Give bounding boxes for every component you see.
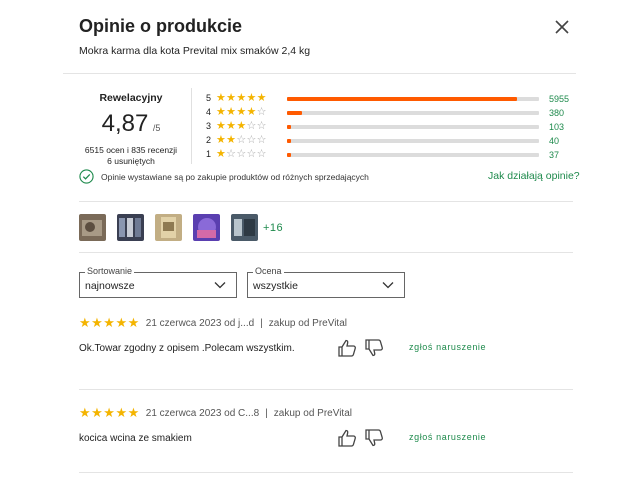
distribution-count: 380 <box>549 108 565 118</box>
distribution-count: 37 <box>549 150 560 160</box>
distribution-stars-label: 3 <box>206 121 212 131</box>
average-score-value: 4,87 <box>101 110 149 137</box>
review-text: Ok.Towar zgodny z opisem .Polecam wszyst… <box>79 343 295 354</box>
rating-filter-select[interactable]: Ocena wszystkie <box>247 266 405 298</box>
distribution-count: 103 <box>549 122 565 132</box>
verified-text: Opinie wystawiane są po zakupie produktó… <box>101 171 369 182</box>
star-rating-icon: ★★★★★ <box>216 92 267 104</box>
review-item: ★★★★★ 21 czerwca 2023 od C...8 | zakup o… <box>79 405 573 444</box>
divider <box>79 201 573 202</box>
how-reviews-work-link[interactable]: Jak działają opinie? <box>488 170 580 182</box>
review-source: zakup od PreVital <box>273 407 352 419</box>
report-abuse-link[interactable]: zgłoś naruszenie <box>409 432 486 442</box>
rating-distribution: 5 ★★★★★ 5955 4 ★★★★☆ 380 3 ★★★☆☆ 103 2 ★… <box>206 92 576 162</box>
star-rating-icon: ★★☆☆☆ <box>216 134 267 146</box>
modal-title: Opinie o produkcie <box>79 16 243 36</box>
rating-filter-value: wszystkie <box>253 280 298 292</box>
review-header: ★★★★★ 21 czerwca 2023 od j...d | zakup o… <box>79 315 573 330</box>
star-rating-icon: ★☆☆☆☆ <box>216 148 267 160</box>
verified-notice: Opinie wystawiane są po zakupie produktó… <box>79 169 369 184</box>
review-source: zakup od PreVital <box>268 317 347 329</box>
review-photo-thumbnail[interactable] <box>79 214 106 241</box>
distribution-stars-label: 4 <box>206 107 212 117</box>
distribution-row-5[interactable]: 5 ★★★★★ 5955 <box>206 92 576 106</box>
distribution-bar <box>287 139 539 143</box>
average-score-max: /5 <box>152 123 161 133</box>
more-photos-link[interactable]: +16 <box>263 222 283 234</box>
review-photo-thumbnail[interactable] <box>231 214 258 241</box>
rating-filter-label: Ocena <box>253 266 284 276</box>
distribution-stars-label: 5 <box>206 93 212 103</box>
thumbs-up-icon[interactable] <box>337 338 358 358</box>
rating-summary: Rewelacyjny 4,87 /5 6515 ocen i 835 rece… <box>79 92 183 167</box>
review-photos: +16 <box>79 214 283 241</box>
review-photo-thumbnail[interactable] <box>117 214 144 241</box>
removed-count-line: 6 usuniętych <box>107 156 155 166</box>
divider <box>191 88 192 164</box>
separator: | <box>265 407 268 419</box>
review-date-author: 21 czerwca 2023 od j...d <box>145 317 255 329</box>
review-votes <box>337 338 391 358</box>
chevron-down-icon <box>382 282 394 289</box>
average-score: 4,87 /5 <box>79 110 183 138</box>
check-circle-icon <box>79 169 94 184</box>
divider <box>63 73 576 74</box>
review-votes <box>337 428 391 448</box>
sort-select[interactable]: Sortowanie najnowsze <box>79 266 237 298</box>
distribution-row-1[interactable]: 1 ★☆☆☆☆ 37 <box>206 148 576 162</box>
close-icon[interactable] <box>552 17 572 37</box>
distribution-stars-label: 1 <box>206 149 212 159</box>
distribution-bar <box>287 111 539 115</box>
product-name: Mokra karma dla kota Prevital mix smaków… <box>79 45 311 57</box>
star-rating-icon: ★★★★★ <box>79 405 140 420</box>
report-abuse-link[interactable]: zgłoś naruszenie <box>409 342 486 352</box>
distribution-bar <box>287 125 539 129</box>
thumbs-down-icon[interactable] <box>364 428 385 448</box>
separator: | <box>260 317 263 329</box>
review-date-author: 21 czerwca 2023 od C...8 <box>145 407 260 419</box>
star-rating-icon: ★★★★☆ <box>216 106 267 118</box>
distribution-count: 5955 <box>549 94 570 104</box>
divider <box>79 389 573 390</box>
distribution-row-4[interactable]: 4 ★★★★☆ 380 <box>206 106 576 120</box>
review-photo-thumbnail[interactable] <box>155 214 182 241</box>
distribution-bar <box>287 153 539 157</box>
star-rating-icon: ★★★☆☆ <box>216 120 267 132</box>
chevron-down-icon <box>214 282 226 289</box>
star-rating-icon: ★★★★★ <box>79 315 140 330</box>
distribution-count: 40 <box>549 136 560 146</box>
sort-select-value: najnowsze <box>85 280 135 292</box>
thumbs-down-icon[interactable] <box>364 338 385 358</box>
rating-verdict: Rewelacyjny <box>99 92 163 104</box>
distribution-bar <box>287 97 539 101</box>
distribution-stars-label: 2 <box>206 135 212 145</box>
sort-select-label: Sortowanie <box>85 266 135 276</box>
thumbs-up-icon[interactable] <box>337 428 358 448</box>
divider <box>79 472 573 473</box>
divider <box>79 252 573 253</box>
distribution-row-3[interactable]: 3 ★★★☆☆ 103 <box>206 120 576 134</box>
review-item: ★★★★★ 21 czerwca 2023 od j...d | zakup o… <box>79 315 573 354</box>
ratings-count: 6515 ocen i 835 recenzji 6 usuniętych <box>79 145 183 167</box>
ratings-count-line: 6515 ocen i 835 recenzji <box>84 145 178 155</box>
review-text: kocica wcina ze smakiem <box>79 433 192 444</box>
review-photo-thumbnail[interactable] <box>193 214 220 241</box>
distribution-row-2[interactable]: 2 ★★☆☆☆ 40 <box>206 134 576 148</box>
review-header: ★★★★★ 21 czerwca 2023 od C...8 | zakup o… <box>79 405 573 420</box>
